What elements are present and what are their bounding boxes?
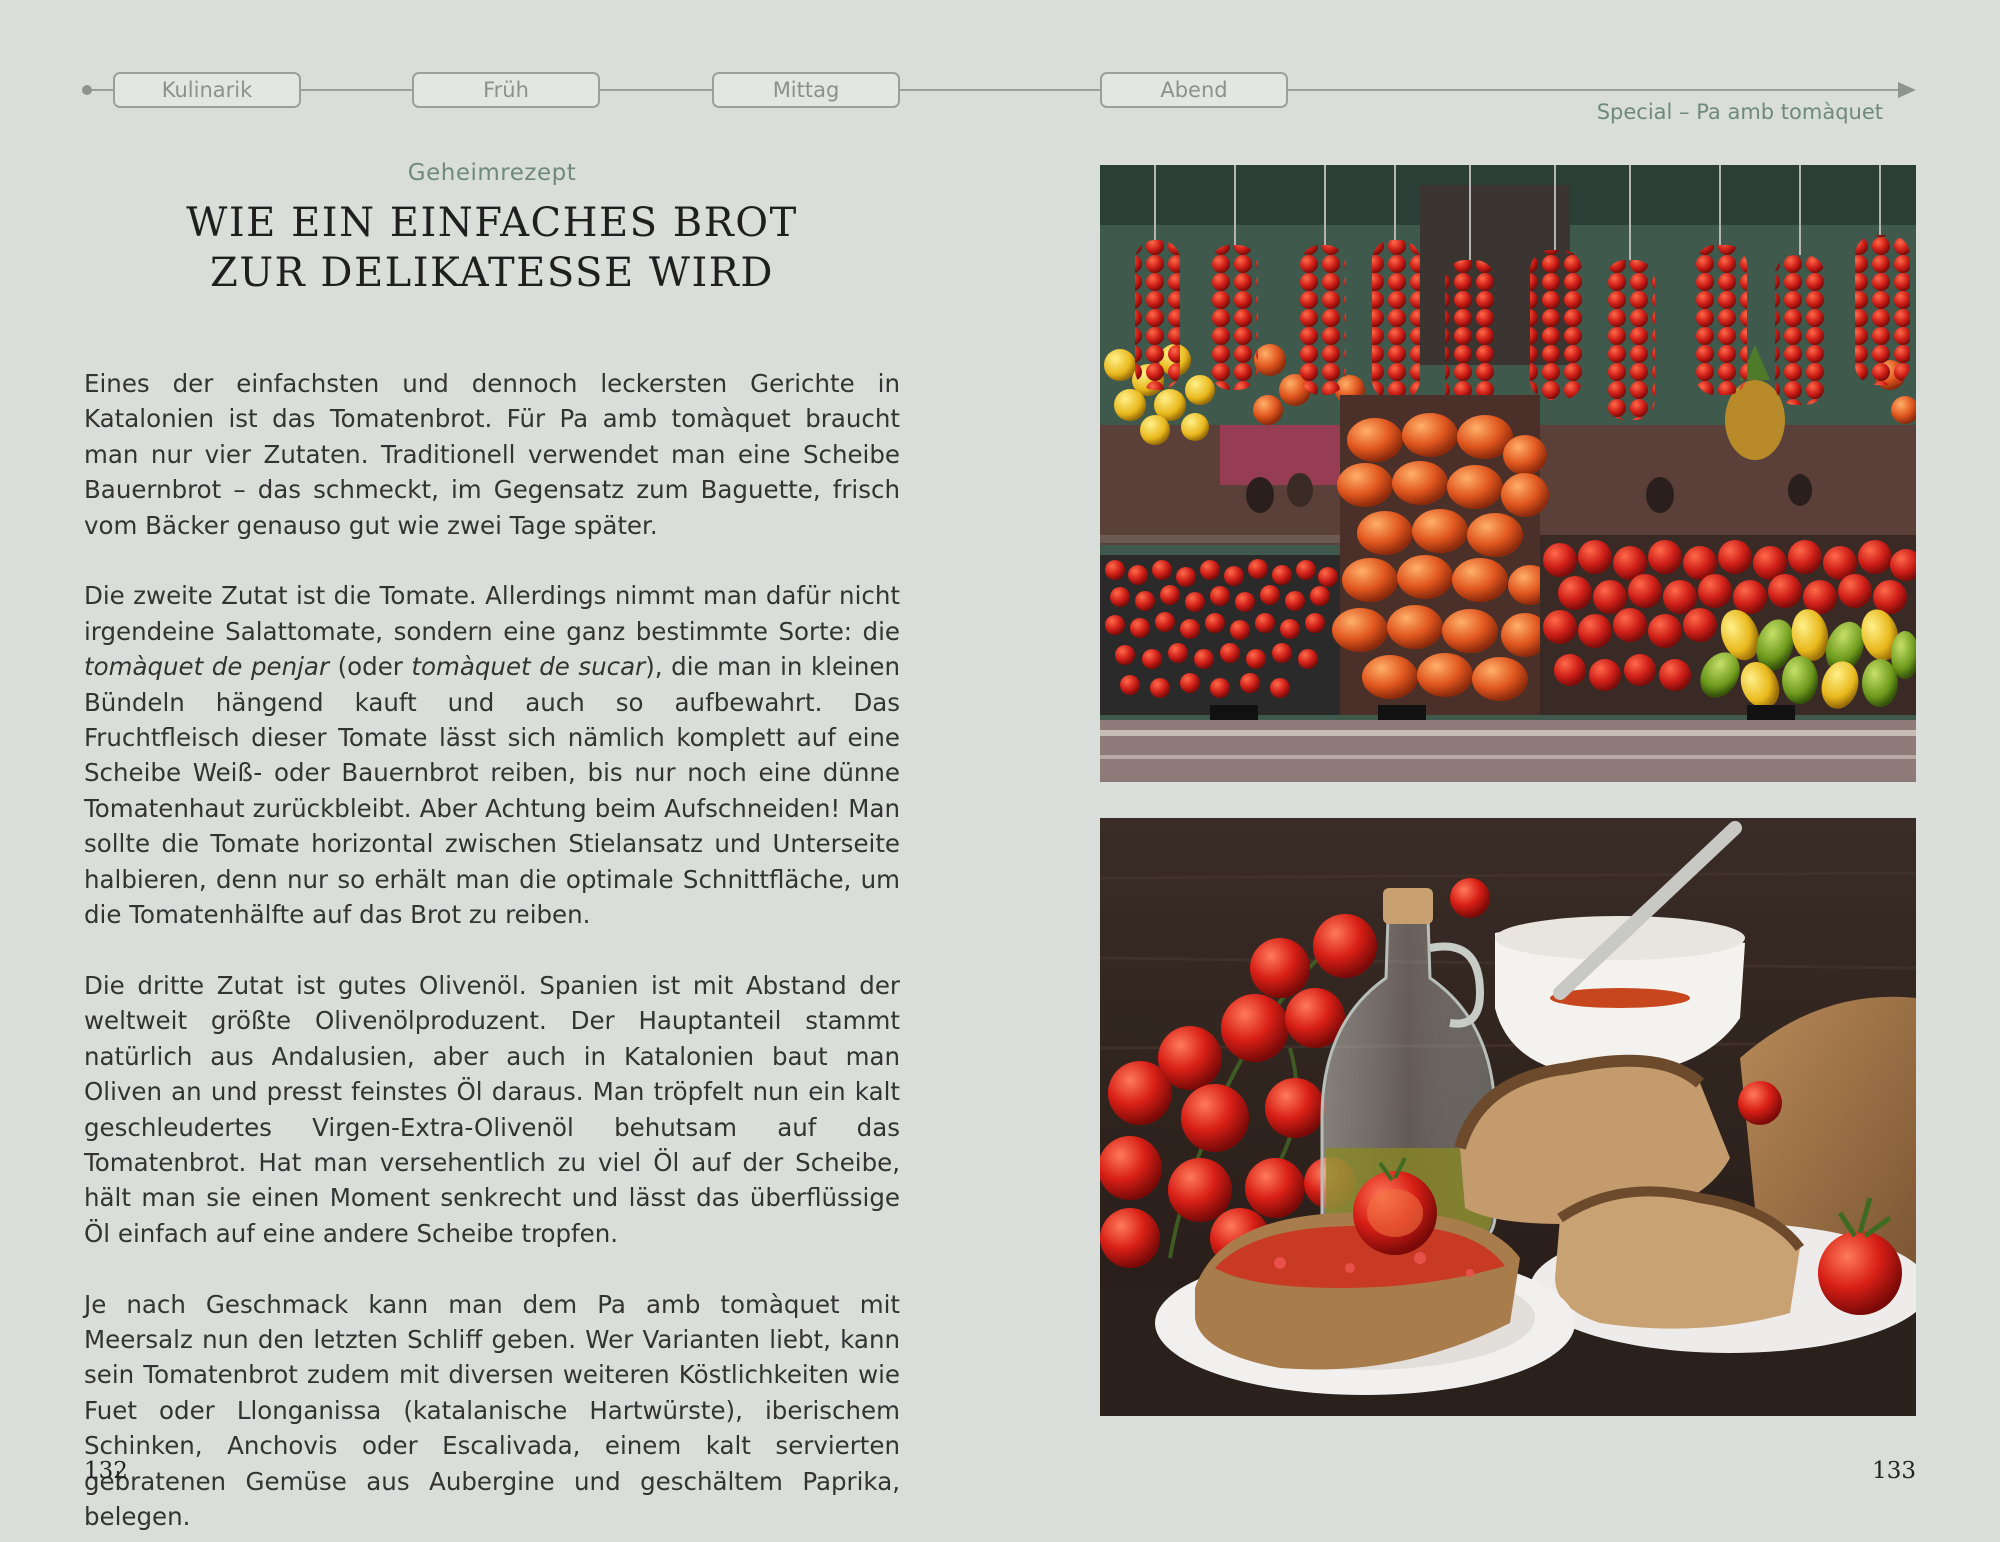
page-number-right: 133 — [1872, 1458, 1916, 1484]
article-kicker: Geheimrezept — [407, 160, 577, 186]
paragraph-2-text: (oder — [329, 652, 412, 682]
article-body: Eines der einfachsten und dennoch lecker… — [84, 366, 900, 1542]
page-number-left: 132 — [84, 1458, 128, 1484]
paragraph-2: Die zweite Zutat ist die Tomate. Allerdi… — [84, 578, 900, 932]
title-line-1: WIE EIN EINFACHES BROT — [186, 200, 798, 246]
timeline-arrow-icon — [1898, 82, 1916, 98]
tab-abend[interactable]: Abend — [1100, 72, 1288, 108]
timeline-start-dot — [82, 85, 92, 95]
paragraph-2-text: ), die man in kleinen Bündeln hängend ka… — [84, 652, 900, 930]
title-line-2: ZUR DELIKATESSE WIRD — [210, 250, 774, 296]
tab-kulinarik[interactable]: Kulinarik — [113, 72, 301, 108]
paragraph-2-text: Die zweite Zutat ist die Tomate. Allerdi… — [84, 581, 900, 646]
tomato-bread-photo — [1100, 818, 1916, 1416]
market-tomatoes-illustration — [1100, 165, 1916, 782]
tab-mittag[interactable]: Mittag — [712, 72, 900, 108]
term-tomaquet-de-sucar: tomàquet de sucar — [411, 652, 646, 682]
tab-frueh[interactable]: Früh — [412, 72, 600, 108]
paragraph-1: Eines der einfachsten und dennoch lecker… — [84, 369, 900, 540]
paragraph-3: Die dritte Zutat ist gutes Olivenöl. Spa… — [84, 970, 900, 1248]
term-tomaquet-de-penjar: tomàquet de penjar — [84, 652, 330, 682]
article-title: WIE EIN EINFACHES BROT ZUR DELIKATESSE W… — [84, 198, 900, 298]
paragraph-4: Je nach Geschmack kann man dem Pa amb to… — [84, 1289, 900, 1531]
market-tomatoes-photo — [1100, 165, 1916, 782]
chapter-timeline — [84, 89, 1909, 91]
special-section-label: Special – Pa amb tomàquet — [1596, 100, 1883, 124]
tomato-bread-illustration — [1100, 818, 1916, 1416]
